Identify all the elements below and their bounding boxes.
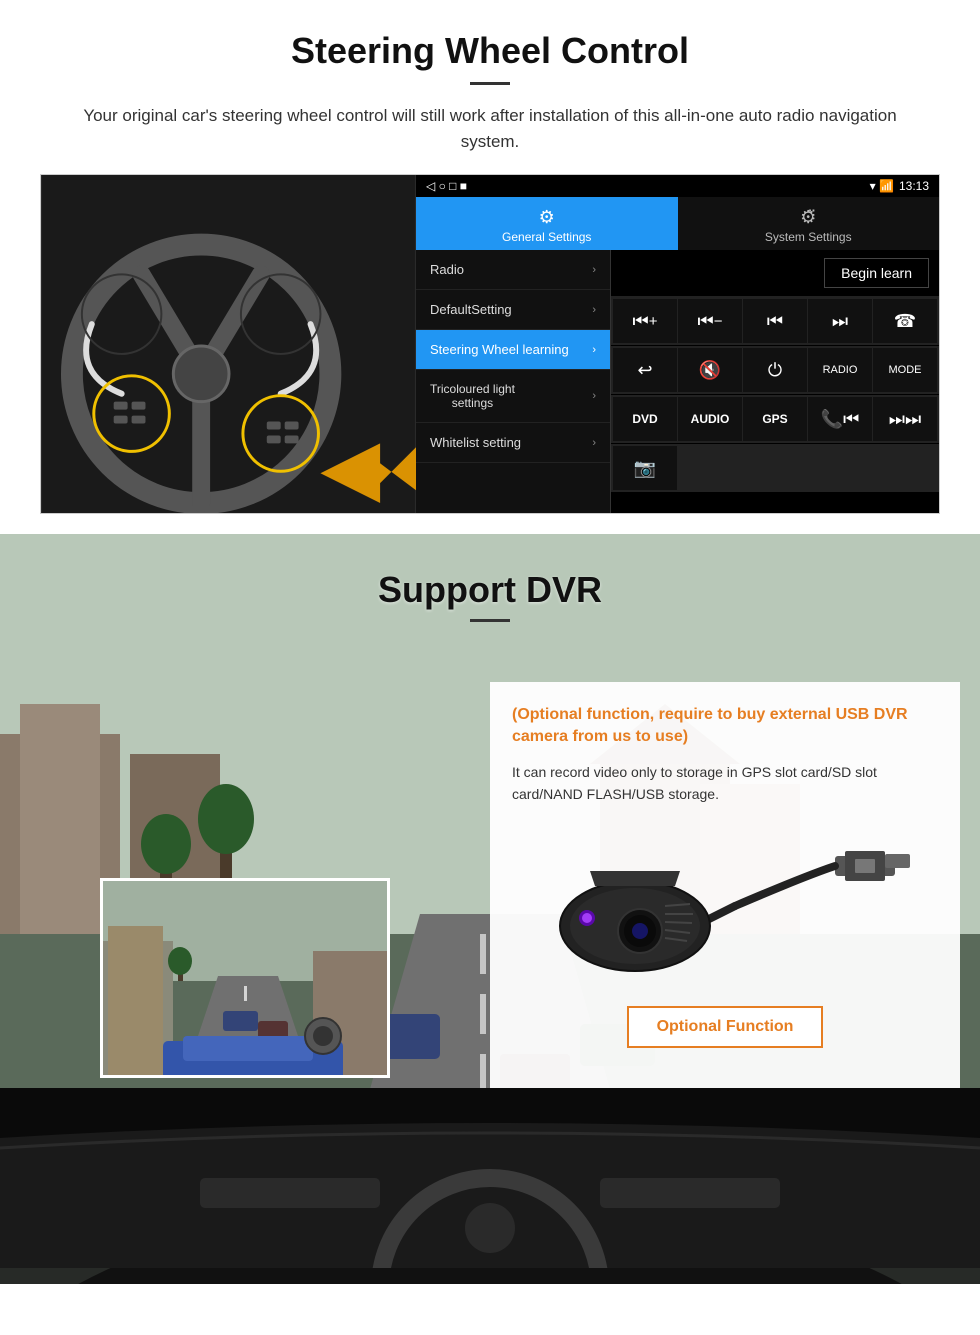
btn-phone[interactable]: ☎ bbox=[873, 299, 937, 343]
steering-demo-area: ◁ ○ □ ■ ▾ 📶 13:13 ⚙ General Settings ⚙̈ … bbox=[40, 174, 940, 514]
btn-mode[interactable]: MODE bbox=[873, 348, 937, 392]
page-title: Steering Wheel Control bbox=[40, 30, 940, 72]
statusbar-icons: ◁ ○ □ ■ bbox=[426, 179, 467, 193]
dvr-content-row: (Optional function, require to buy exter… bbox=[0, 662, 980, 1088]
dvr-info-card: (Optional function, require to buy exter… bbox=[490, 682, 960, 1088]
button-grid-row2: ↩ 🔇 ⏻ RADIO MODE bbox=[611, 346, 939, 394]
chevron-icon-4: › bbox=[592, 390, 596, 402]
menu-item-default[interactable]: DefaultSetting › bbox=[416, 290, 610, 330]
btn-radio[interactable]: RADIO bbox=[808, 348, 872, 392]
gear-icon: ⚙ bbox=[421, 207, 673, 228]
dvr-bottom-area bbox=[0, 1088, 980, 1268]
dvr-title-area: Support DVR bbox=[0, 534, 980, 642]
chevron-icon-5: › bbox=[592, 437, 596, 449]
btn-camera[interactable]: 📷 bbox=[613, 446, 677, 490]
btn-dvd[interactable]: DVD bbox=[613, 397, 677, 441]
menu-item-tricoloured[interactable]: Tricoloured lightsettings › bbox=[416, 370, 610, 423]
time-display: 13:13 bbox=[899, 179, 929, 193]
btn-skip-fwd[interactable]: ⏭ bbox=[808, 299, 872, 343]
dvr-section: Support DVR bbox=[0, 534, 980, 1284]
btn-phone-prev[interactable]: 📞⏮ bbox=[808, 397, 872, 441]
chevron-icon-3: › bbox=[592, 344, 596, 356]
settings-content: Radio › DefaultSetting › Steering Wheel … bbox=[416, 250, 939, 513]
menu-label-tricoloured: Tricoloured lightsettings bbox=[430, 382, 515, 410]
steering-photo bbox=[41, 175, 416, 513]
button-grid-row1: ⏮+ ⏮− ⏮ ⏭ ☎ bbox=[611, 297, 939, 345]
btn-back[interactable]: ↩ bbox=[613, 348, 677, 392]
android-ui-panel: ◁ ○ □ ■ ▾ 📶 13:13 ⚙ General Settings ⚙̈ … bbox=[416, 175, 939, 513]
title-divider bbox=[470, 82, 510, 85]
tab-system-label: System Settings bbox=[765, 230, 852, 244]
dvr-description: It can record video only to storage in G… bbox=[512, 761, 938, 806]
page-subtitle: Your original car's steering wheel contr… bbox=[60, 103, 920, 154]
menu-label-steering: Steering Wheel learning bbox=[430, 342, 569, 357]
menu-label-default: DefaultSetting bbox=[430, 302, 512, 317]
btn-prev-next[interactable]: ⏭⏭ bbox=[873, 397, 937, 441]
dvr-small-image bbox=[100, 878, 390, 1078]
btn-power[interactable]: ⏻ bbox=[743, 348, 807, 392]
tab-general[interactable]: ⚙ General Settings bbox=[416, 197, 678, 250]
settings-right-panel: Begin learn ⏮+ ⏮− ⏮ ⏭ ☎ ↩ 🔇 ⏻ RADIO bbox=[611, 250, 939, 513]
system-icon: ⚙̈ bbox=[683, 207, 935, 228]
menu-label-radio: Radio bbox=[430, 262, 464, 277]
btn-prev-plus[interactable]: ⏮+ bbox=[613, 299, 677, 343]
button-grid-row3: DVD AUDIO GPS 📞⏮ ⏭⏭ bbox=[611, 395, 939, 443]
button-grid-row4: 📷 bbox=[611, 444, 939, 492]
settings-tabs: ⚙ General Settings ⚙̈ System Settings bbox=[416, 197, 939, 250]
optional-heading-text: (Optional function, require to buy exter… bbox=[512, 704, 938, 749]
menu-label-whitelist: Whitelist setting bbox=[430, 435, 521, 450]
btn-mute[interactable]: 🔇 bbox=[678, 348, 742, 392]
settings-menu: Radio › DefaultSetting › Steering Wheel … bbox=[416, 250, 611, 513]
menu-item-radio[interactable]: Radio › bbox=[416, 250, 610, 290]
dvr-title-divider bbox=[470, 619, 510, 622]
optional-function-button[interactable]: Optional Function bbox=[627, 1006, 824, 1048]
dvr-camera-illustration bbox=[512, 806, 938, 996]
dvr-right-col: (Optional function, require to buy exter… bbox=[490, 662, 980, 1088]
btn-gps[interactable]: GPS bbox=[743, 397, 807, 441]
dvr-left-col bbox=[0, 662, 490, 1088]
chevron-icon: › bbox=[592, 264, 596, 276]
begin-learn-row: Begin learn bbox=[611, 250, 939, 297]
chevron-icon-2: › bbox=[592, 304, 596, 316]
signal-icon: ▾ 📶 bbox=[870, 179, 894, 193]
steering-section: Steering Wheel Control Your original car… bbox=[0, 0, 980, 534]
tab-system[interactable]: ⚙̈ System Settings bbox=[678, 197, 940, 250]
btn-audio[interactable]: AUDIO bbox=[678, 397, 742, 441]
optional-function-area: Optional Function bbox=[512, 996, 938, 1068]
statusbar: ◁ ○ □ ■ ▾ 📶 13:13 bbox=[416, 175, 939, 197]
dvr-title: Support DVR bbox=[40, 569, 940, 611]
tab-general-label: General Settings bbox=[502, 230, 591, 244]
btn-prev-minus[interactable]: ⏮− bbox=[678, 299, 742, 343]
btn-skip-back[interactable]: ⏮ bbox=[743, 299, 807, 343]
begin-learn-button[interactable]: Begin learn bbox=[824, 258, 929, 288]
menu-item-whitelist[interactable]: Whitelist setting › bbox=[416, 423, 610, 463]
menu-item-steering[interactable]: Steering Wheel learning › bbox=[416, 330, 610, 370]
